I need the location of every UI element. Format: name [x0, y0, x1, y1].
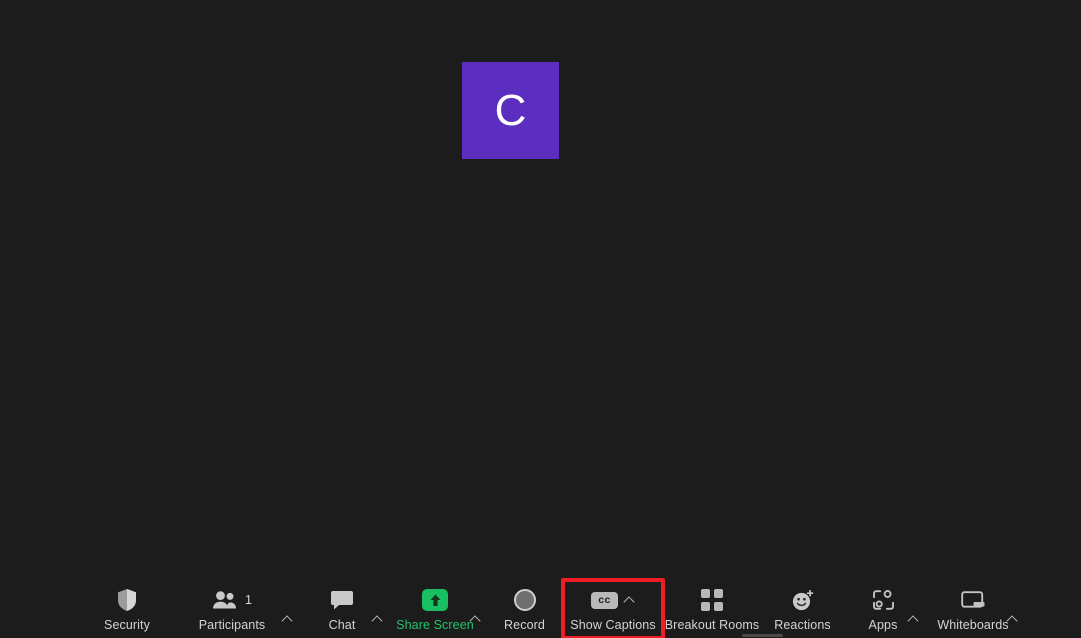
apps-icon [872, 590, 894, 610]
breakout-rooms-iconrow [701, 587, 723, 613]
whiteboards-chevron-row [1005, 606, 1018, 632]
toolbar-label-participants: Participants [198, 618, 266, 632]
toolbar-button-apps[interactable]: Apps [861, 587, 905, 632]
shield-icon [118, 589, 136, 611]
reactions-icon [792, 589, 813, 610]
share-screen-icon [422, 589, 448, 611]
chevron-up-icon [1007, 614, 1018, 625]
record-icon [513, 589, 536, 611]
meeting-toolbar: Security 1 Participants Chat Share Scree… [0, 570, 1081, 638]
grid-cell [714, 589, 723, 598]
toolbar-button-security[interactable]: Security [94, 587, 160, 632]
record-iconrow [513, 587, 536, 613]
chat-chevron-button[interactable] [368, 606, 384, 632]
breakout-rooms-icon [701, 589, 723, 611]
toolbar-label-show-captions: Show Captions [570, 618, 656, 632]
toolbar-button-participants[interactable]: 1 Participants [192, 587, 272, 632]
participants-chevron-row [280, 606, 293, 632]
chevron-up-icon[interactable] [624, 595, 635, 606]
participants-icon [213, 591, 237, 609]
toolbar-label-record: Record [504, 618, 545, 632]
toolbar-label-chat: Chat [328, 618, 356, 632]
chevron-up-icon [908, 614, 919, 625]
chat-chevron-row [370, 606, 383, 632]
chevron-up-icon [372, 614, 383, 625]
grid-cell [701, 602, 710, 611]
toolbar-button-record[interactable]: Record [495, 587, 554, 632]
share-screen-chevron-button[interactable] [466, 606, 482, 632]
toolbar-button-whiteboards[interactable]: Whiteboards [934, 587, 1012, 632]
toolbar-label-breakout-rooms: Breakout Rooms [664, 618, 760, 632]
toolbar-label-security: Security [104, 618, 150, 632]
toolbar-button-breakout-rooms[interactable]: Breakout Rooms [660, 587, 764, 632]
apps-iconrow [872, 587, 895, 613]
avatar-initial: C [494, 85, 527, 135]
whiteboards-icon [960, 590, 984, 608]
show-captions-iconrow: cc [591, 587, 635, 613]
chat-iconrow [330, 587, 354, 613]
toolbar-label-reactions: Reactions [774, 618, 831, 632]
security-iconrow [116, 587, 138, 613]
participants-iconrow: 1 [212, 587, 252, 613]
toolbar-label-whiteboards: Whiteboards [937, 618, 1009, 632]
participants-chevron-button[interactable] [278, 606, 294, 632]
closed-captions-icon: cc [591, 591, 618, 609]
home-indicator [742, 634, 783, 637]
toolbar-label-share-screen: Share Screen [396, 618, 474, 632]
chevron-up-icon [470, 614, 481, 625]
grid-cell [714, 602, 723, 611]
toolbar-button-show-captions[interactable]: cc Show Captions [565, 587, 661, 632]
chevron-up-icon [282, 614, 293, 625]
share-screen-iconrow [422, 587, 448, 613]
toolbar-button-reactions[interactable]: Reactions [766, 587, 839, 632]
share-screen-chevron-row [468, 606, 481, 632]
video-stage: C [0, 0, 1081, 570]
reactions-iconrow [791, 587, 815, 613]
up-arrow-icon [430, 594, 440, 606]
toolbar-label-apps: Apps [868, 618, 898, 632]
whiteboards-chevron-button[interactable] [1003, 606, 1019, 632]
toolbar-button-chat[interactable]: Chat [318, 587, 366, 632]
grid-cell [701, 589, 710, 598]
whiteboards-iconrow [960, 587, 986, 613]
participant-tile[interactable]: C [462, 62, 559, 159]
chat-bubble-icon [331, 591, 353, 610]
apps-chevron-button[interactable] [904, 606, 920, 632]
participants-count: 1 [245, 593, 252, 607]
apps-chevron-row [906, 606, 919, 632]
